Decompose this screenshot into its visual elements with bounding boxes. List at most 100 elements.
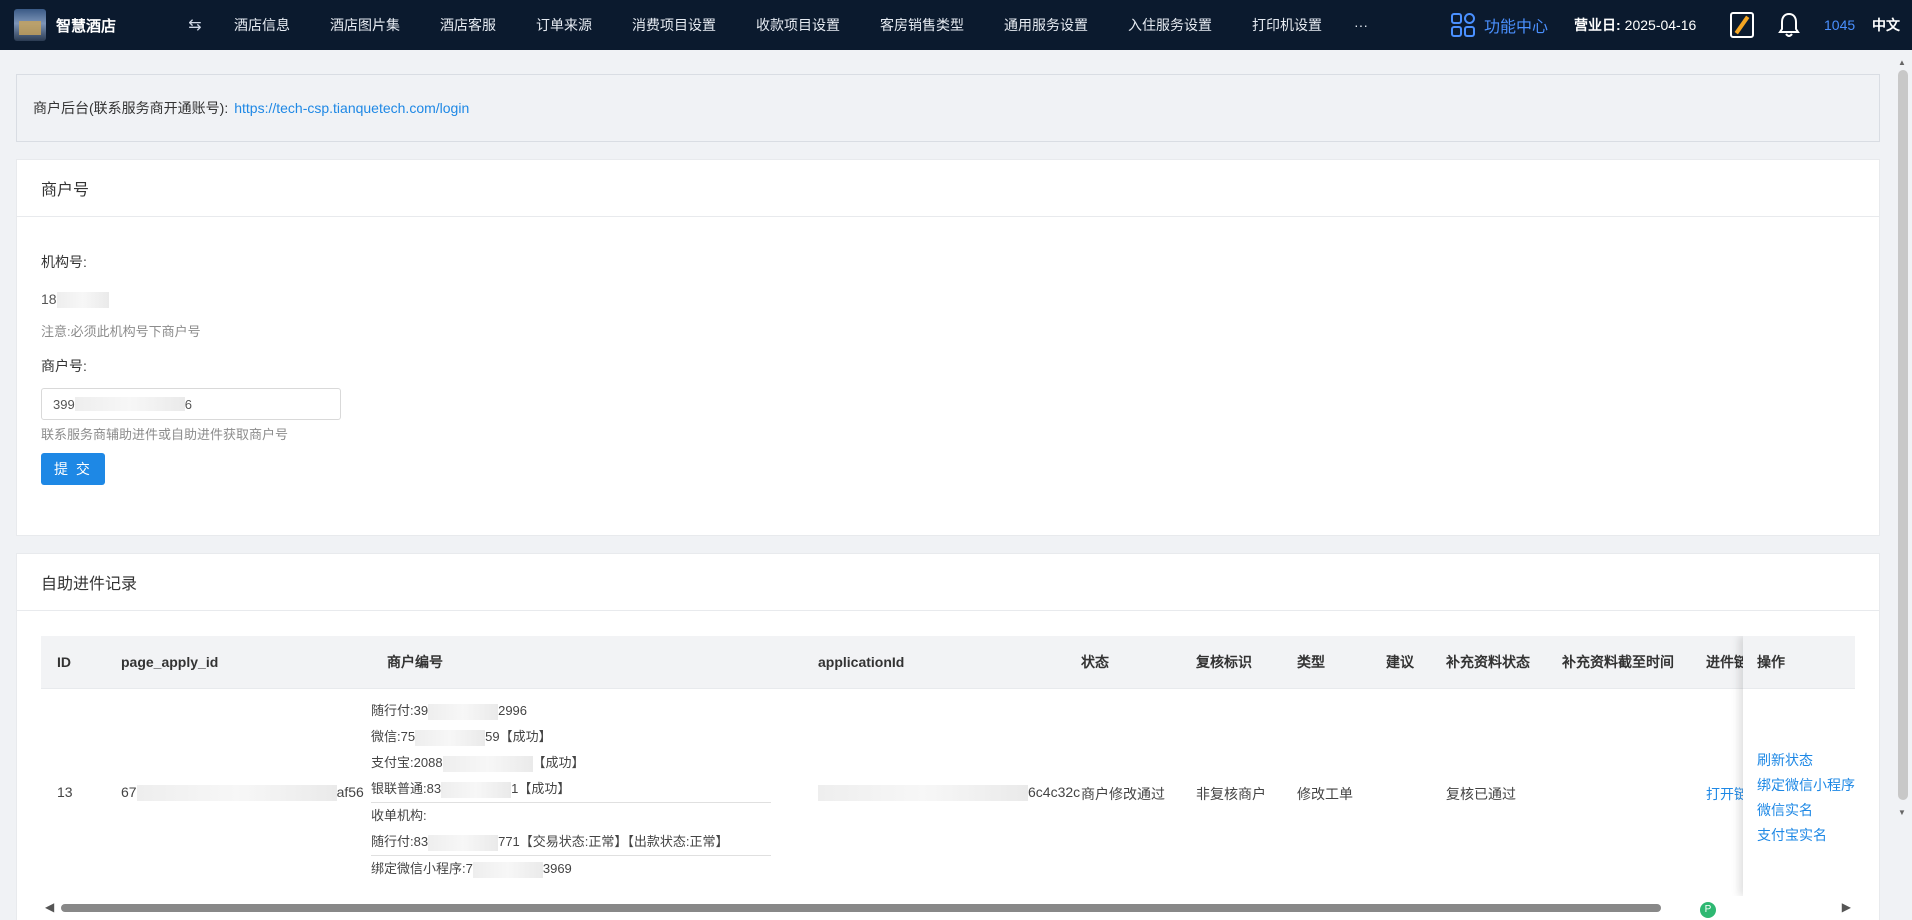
wechat-realname-link[interactable]: 微信实名 bbox=[1743, 798, 1855, 823]
merchant-backend-link[interactable]: https://tech-csp.tianquetech.com/login bbox=[234, 100, 469, 116]
merchant-line-tail: 2996 bbox=[498, 703, 528, 718]
column-header: 复核标识 bbox=[1196, 654, 1252, 670]
merchant-line-label: 收单机构: bbox=[371, 808, 427, 823]
edit-icon[interactable] bbox=[1730, 12, 1754, 38]
merchant-number-line: 银联普通:83 1【成功】 bbox=[371, 776, 771, 802]
merchant-line-head: 83 bbox=[426, 781, 442, 796]
masked-region bbox=[442, 755, 533, 772]
nav-item[interactable]: 通用服务设置 bbox=[984, 15, 1108, 35]
scroll-up-icon[interactable]: ▲ bbox=[1898, 58, 1906, 67]
scroll-thumb[interactable] bbox=[61, 904, 1661, 912]
column-header: 建议 bbox=[1386, 654, 1414, 670]
org-label: 机构号: bbox=[41, 254, 87, 270]
column-header: applicationId bbox=[818, 654, 905, 670]
cell-id: 13 bbox=[57, 784, 73, 800]
cell-page-apply-id: 67 af56 bbox=[121, 784, 364, 802]
nav-item[interactable]: 消费项目设置 bbox=[612, 15, 736, 35]
nav-item[interactable]: 订单来源 bbox=[516, 15, 612, 35]
nav-item[interactable]: 客房销售类型 bbox=[860, 15, 984, 35]
cell-merchant-numbers: 随行付:39 2996 微信:75 59【成功】 支付宝:2088 【成功】 银联普通:83… bbox=[371, 698, 771, 882]
scroll-down-icon[interactable]: ▼ bbox=[1898, 808, 1906, 817]
grid-icon bbox=[1451, 13, 1475, 37]
column-header: ID bbox=[57, 654, 71, 670]
masked-region bbox=[472, 861, 543, 878]
nav-item[interactable]: 收款项目设置 bbox=[736, 15, 860, 35]
business-day: 营业日: 2025-04-16 bbox=[1574, 0, 1696, 50]
business-day-value: 2025-04-16 bbox=[1624, 17, 1697, 33]
masked-region bbox=[136, 785, 337, 802]
submit-button[interactable]: 提 交 bbox=[41, 453, 105, 485]
merchant-line-tail: 59 bbox=[485, 729, 500, 744]
merchant-line-head: 2088 bbox=[413, 755, 443, 770]
bind-wechat-miniprogram-link[interactable]: 绑定微信小程序 bbox=[1743, 773, 1855, 798]
app-title: 智慧酒店 bbox=[56, 17, 117, 35]
table-header: ID page_apply_id 商户编号 applicationId 状态 复… bbox=[41, 636, 1855, 689]
merchant-line-tail: 771 bbox=[498, 834, 520, 849]
nav-item[interactable]: 酒店客服 bbox=[420, 15, 516, 35]
ops-column: 操作 刷新状态 绑定微信小程序 微信实名 支付宝实名 bbox=[1743, 636, 1855, 896]
merchant-number-line: 支付宝:2088 【成功】 bbox=[371, 750, 771, 776]
records-card-title: 自助进件记录 bbox=[17, 554, 1879, 611]
bell-icon[interactable] bbox=[1778, 12, 1800, 38]
merchant-line-suffix: 【成功】 bbox=[532, 755, 585, 770]
refresh-status-link[interactable]: 刷新状态 bbox=[1743, 748, 1855, 773]
notification-count[interactable]: 1045 bbox=[1824, 0, 1855, 50]
alipay-realname-link[interactable]: 支付宝实名 bbox=[1743, 823, 1855, 848]
merchant-card: 商户号 机构号: 18 注意:必须此机构号下商户号 商户号: 399 6 联系服务… bbox=[16, 159, 1880, 536]
merchant-line-label: 银联普通: bbox=[371, 781, 427, 796]
vertical-scrollbar[interactable] bbox=[1898, 70, 1908, 800]
merchant-card-title: 商户号 bbox=[17, 160, 1879, 217]
merchant-line-suffix: 【成功】 bbox=[499, 729, 552, 744]
column-header: 补充资料状态 bbox=[1446, 654, 1530, 670]
masked-region bbox=[74, 397, 185, 411]
merchant-line-label: 微信: bbox=[371, 729, 401, 744]
merchant-line-head: 75 bbox=[400, 729, 416, 744]
horizontal-scrollbar[interactable]: ◀ ▶ bbox=[41, 899, 1855, 915]
floating-assistant-icon[interactable]: P bbox=[1700, 902, 1716, 918]
column-header: 商户编号 bbox=[387, 654, 443, 670]
column-header: 进件链 bbox=[1706, 654, 1746, 670]
page-apply-id-head: 67 bbox=[121, 784, 137, 800]
scroll-left-icon[interactable]: ◀ bbox=[45, 899, 54, 915]
masked-region bbox=[428, 703, 499, 720]
merchant-backend-notice: 商户后台(联系服务商开通账号): https://tech-csp.tianqu… bbox=[16, 74, 1880, 142]
cell-application-id: 6c4c32c bbox=[818, 784, 1080, 802]
nav-item[interactable]: 酒店图片集 bbox=[310, 15, 420, 35]
records-card: 自助进件记录 ID page_apply_id 商户编号 application… bbox=[16, 553, 1880, 920]
merchant-line-suffix: 【成功】 bbox=[518, 781, 571, 796]
merchant-line-label: 支付宝: bbox=[371, 755, 414, 770]
app-logo[interactable]: 智慧酒店 bbox=[14, 9, 164, 41]
ops-header: 操作 bbox=[1743, 636, 1855, 689]
masked-region bbox=[441, 781, 512, 798]
merchant-number-line: 收单机构: bbox=[371, 802, 771, 829]
column-header: 类型 bbox=[1297, 654, 1325, 670]
nav-item[interactable]: 打印机设置 bbox=[1232, 15, 1342, 35]
merchant-line-head: 7 bbox=[465, 861, 473, 876]
merchant-line-label: 绑定微信小程序: bbox=[371, 861, 466, 876]
scroll-track[interactable] bbox=[61, 904, 1831, 912]
language-switch[interactable]: 中文 bbox=[1872, 0, 1900, 50]
hotel-logo-icon bbox=[14, 9, 46, 41]
merchant-number-input[interactable]: 399 6 bbox=[41, 388, 341, 420]
business-day-label: 营业日: bbox=[1574, 17, 1621, 33]
open-link[interactable]: 打开链 bbox=[1706, 784, 1746, 804]
merchant-line-suffix: 【交易状态:正常】【出款状态:正常】 bbox=[519, 834, 729, 849]
nav-item[interactable]: 酒店信息 bbox=[214, 15, 310, 35]
merchant-input-tail: 6 bbox=[184, 396, 192, 412]
merchant-label: 商户号: bbox=[41, 358, 87, 374]
function-center-button[interactable]: 功能中心 bbox=[1450, 0, 1548, 50]
nav-more-button[interactable]: ··· bbox=[1342, 17, 1380, 33]
merchant-line-head: 39 bbox=[413, 703, 429, 718]
nav-item[interactable]: 入住服务设置 bbox=[1108, 15, 1232, 35]
merchant-number-line: 微信:75 59【成功】 bbox=[371, 724, 771, 750]
merchant-hint: 联系服务商辅助进件或自助进件获取商户号 bbox=[41, 427, 289, 442]
scroll-right-icon[interactable]: ▶ bbox=[1842, 899, 1851, 915]
merchant-number-line: 随行付:83 771【交易状态:正常】【出款状态:正常】 bbox=[371, 829, 771, 855]
function-center-label: 功能中心 bbox=[1484, 19, 1549, 36]
nav-menu: 酒店信息 酒店图片集 酒店客服 订单来源 消费项目设置 收款项目设置 客房销售类型 通用服务设… bbox=[214, 15, 1342, 35]
column-header: 补充资料截至时间 bbox=[1562, 654, 1674, 670]
merchant-line-head: 83 bbox=[413, 834, 429, 849]
merchant-input-text: 399 bbox=[53, 396, 75, 412]
notice-label: 商户后台(联系服务商开通账号): bbox=[33, 100, 229, 116]
swap-icon[interactable]: ⇆ bbox=[176, 15, 214, 35]
